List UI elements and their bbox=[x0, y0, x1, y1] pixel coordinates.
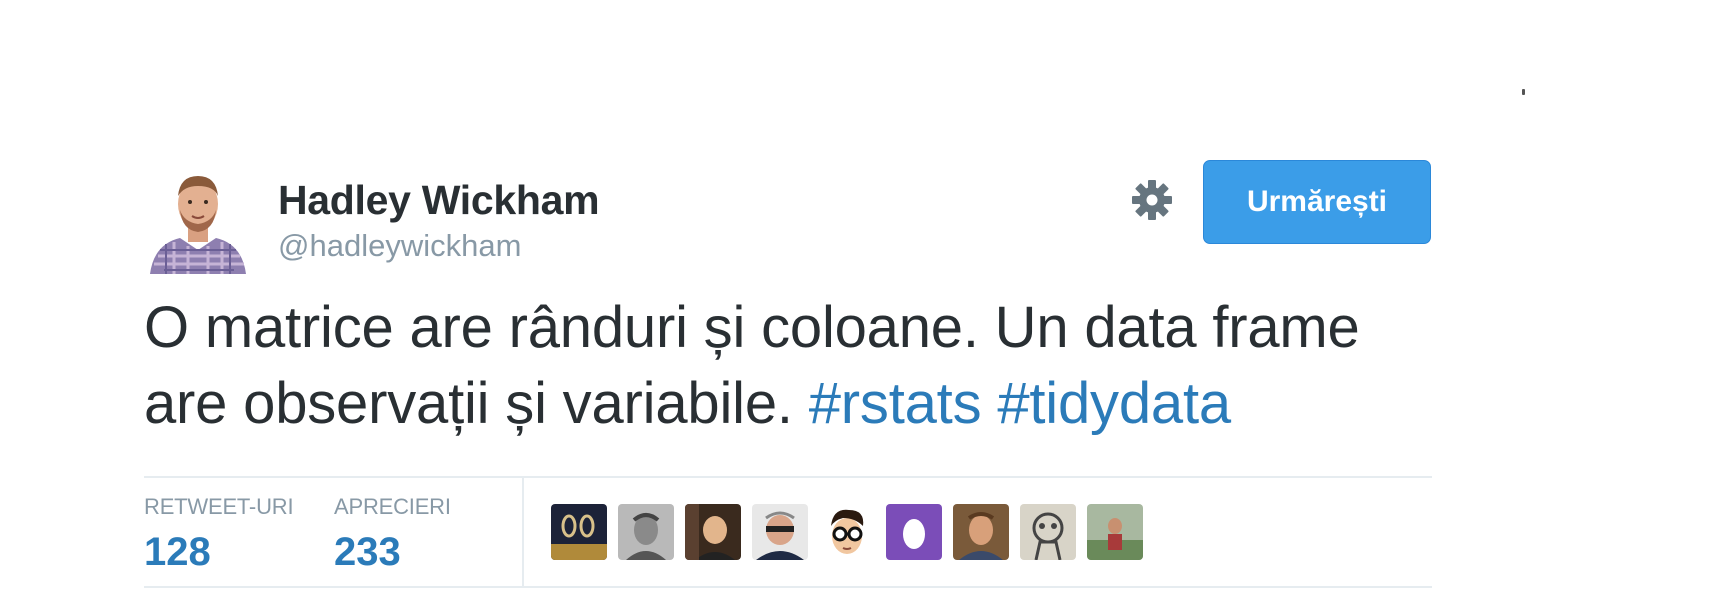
tweet-stats: RETWEET-URI 128 APRECIERI 233 bbox=[144, 476, 1432, 588]
tweet-header: Hadley Wickham @hadleywickham Urmărești bbox=[144, 160, 1432, 278]
liker-avatar[interactable] bbox=[618, 504, 674, 560]
tweet-text-line2-plain: are observații și variabile. bbox=[144, 371, 793, 436]
stats-divider bbox=[522, 478, 524, 586]
liker-avatar[interactable] bbox=[953, 504, 1009, 560]
avatar-cartoon-glasses-icon[interactable] bbox=[819, 504, 875, 560]
following-button[interactable]: Urmărești bbox=[1203, 160, 1431, 244]
author-name[interactable]: Hadley Wickham bbox=[278, 176, 600, 224]
hashtag-rstats[interactable]: #rstats bbox=[809, 371, 982, 436]
hashtag-tidydata[interactable]: #tidydata bbox=[997, 371, 1231, 436]
likers-list bbox=[551, 504, 1154, 560]
likes-label: APRECIERI bbox=[334, 494, 451, 519]
tweet-card: Hadley Wickham @hadleywickham Urmărești … bbox=[144, 160, 1432, 588]
retweets-count[interactable]: 128 bbox=[144, 530, 293, 575]
avatar-drawing-icon[interactable] bbox=[1020, 504, 1076, 560]
liker-avatar[interactable] bbox=[752, 504, 808, 560]
author-names: Hadley Wickham @hadleywickham bbox=[278, 176, 600, 266]
retweets-stat[interactable]: RETWEET-URI 128 bbox=[144, 494, 294, 575]
tweet-text-line1: O matrice are rânduri și coloane. Un dat… bbox=[144, 295, 1360, 360]
tweet-text: O matrice are rânduri și coloane. Un dat… bbox=[144, 290, 1432, 442]
retweets-label: RETWEET-URI bbox=[144, 494, 294, 519]
likes-count[interactable]: 233 bbox=[334, 530, 451, 575]
tweet-text-line2: are observații și variabile. #rstats #ti… bbox=[144, 366, 1432, 442]
author-handle[interactable]: @hadleywickham bbox=[278, 226, 599, 266]
author-avatar[interactable] bbox=[144, 166, 252, 274]
liker-avatar[interactable] bbox=[685, 504, 741, 560]
likes-stat[interactable]: APRECIERI 233 bbox=[334, 494, 451, 575]
stray-mark bbox=[1522, 89, 1525, 95]
liker-avatar[interactable] bbox=[1087, 504, 1143, 560]
liker-avatar[interactable] bbox=[551, 504, 607, 560]
gear-icon[interactable] bbox=[1128, 176, 1176, 224]
avatar-egg-icon[interactable] bbox=[886, 504, 942, 560]
